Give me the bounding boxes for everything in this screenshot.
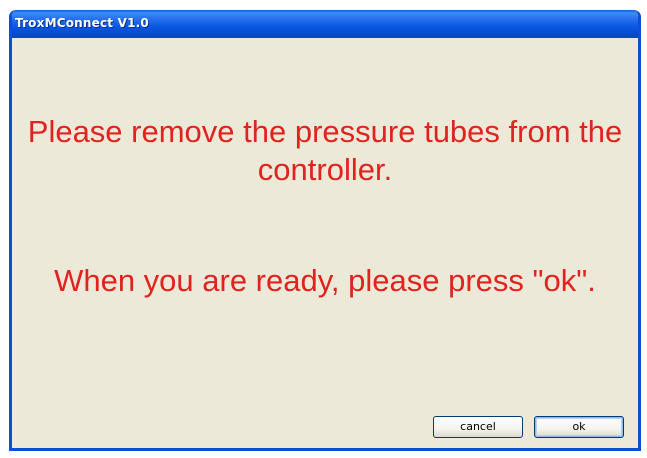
ok-button[interactable]: ok	[534, 416, 624, 438]
title-bar[interactable]: TroxMConnect V1.0	[12, 10, 638, 38]
dialog-window: TroxMConnect V1.0 Please remove the pres…	[9, 10, 641, 451]
cancel-button[interactable]: cancel	[433, 416, 523, 438]
window-title: TroxMConnect V1.0	[15, 16, 149, 30]
ready-message: When you are ready, please press "ok".	[54, 263, 596, 298]
instruction-message: Please remove the pressure tubes from th…	[27, 114, 623, 187]
